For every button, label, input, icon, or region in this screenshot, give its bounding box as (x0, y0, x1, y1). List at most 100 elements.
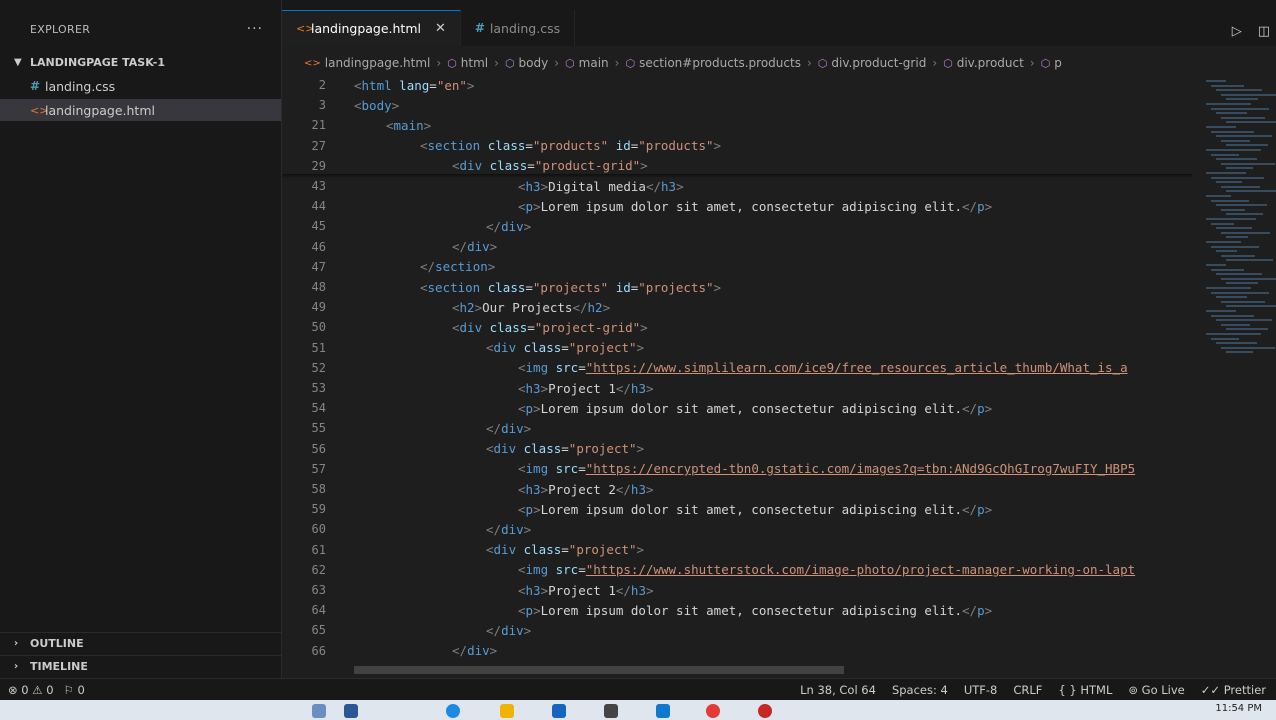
code-line[interactable]: 62 <img src="https://www.shutterstock.com… (282, 560, 1192, 580)
code-token: > (984, 198, 993, 214)
file-item-landingpage-html[interactable]: <> landingpage.html (0, 99, 281, 121)
code-token: > (533, 602, 541, 618)
taskbar-app-icon[interactable] (446, 704, 460, 718)
code-token: < (452, 158, 460, 174)
code-line[interactable]: 66 </div> (282, 641, 1192, 661)
close-icon[interactable]: ✕ (435, 21, 446, 36)
code-token: < (486, 542, 494, 558)
run-icon[interactable]: ▷ (1232, 24, 1242, 39)
file-css-icon: # (30, 79, 41, 93)
minimap-line (1226, 259, 1273, 262)
tab-landingpage-html[interactable]: <> landingpage.html ✕ (282, 10, 461, 46)
line-number: 54 (311, 401, 326, 416)
code-token: p (525, 198, 534, 214)
code-line[interactable]: 27 <section class="products" id="products… (282, 136, 1192, 156)
taskbar-app-icon[interactable] (312, 704, 326, 718)
problems-indicator[interactable]: ⊗ 0 ⚠ 0 (8, 683, 54, 697)
code-editor[interactable]: 2 <html lang="en"> 3 <body> 21 <main> 27 <secti… (282, 74, 1192, 678)
code-line[interactable]: 43 <h3>Digital media</h3> (282, 176, 1192, 196)
outline-section[interactable]: › OUTLINE (0, 632, 281, 654)
code-token: > (984, 602, 993, 618)
line-number: 58 (311, 482, 326, 496)
taskbar-app-icon[interactable] (344, 704, 358, 718)
code-line[interactable]: 61 <div class="project"> (282, 540, 1192, 560)
breadcrumb-item[interactable]: ⬡ section#products.products (625, 56, 801, 70)
breadcrumb-item[interactable]: ⬡ html (447, 56, 488, 70)
code-line[interactable]: 21 <main> (282, 115, 1192, 135)
code-line[interactable]: 48 <section class="projects" id="projects… (282, 277, 1192, 297)
taskbar-app-icon[interactable] (500, 704, 514, 718)
go-live-button[interactable]: ⊚ Go Live (1128, 683, 1184, 697)
breadcrumb-item[interactable]: ⬡ p (1041, 56, 1062, 70)
line-number: 47 (311, 259, 326, 274)
code-line[interactable]: 29 <div class="product-grid"> (282, 156, 1192, 176)
symbol-icon: ⬡ (565, 56, 575, 70)
breadcrumb-item[interactable]: ⬡ body (505, 56, 548, 70)
breadcrumb-item[interactable]: ⬡ main (565, 56, 609, 70)
minimap[interactable] (1192, 74, 1276, 678)
code-line[interactable]: 49 <h2>Our Projects</h2> (282, 297, 1192, 317)
code-line[interactable]: 58 <h3>Project 2</h3> (282, 479, 1192, 499)
breadcrumb-separator: › (932, 56, 938, 70)
horizontal-scrollbar[interactable] (354, 666, 844, 674)
code-token: > (489, 643, 498, 659)
code-token: "https://www.shutterstock.com/image-phot… (585, 562, 1136, 578)
code-line[interactable]: 3 <body> (282, 95, 1192, 115)
minimap-line (1221, 93, 1276, 96)
prettier-button[interactable]: ✓✓ Prettier (1201, 683, 1266, 697)
breadcrumb-item[interactable]: ⬡ div.product (943, 56, 1024, 70)
code-line[interactable]: 59 <p>Lorem ipsum dolor sit amet, consect… (282, 499, 1192, 519)
file-name: landingpage.html (45, 102, 155, 118)
cursor-position[interactable]: Ln 38, Col 64 (800, 683, 876, 697)
indentation[interactable]: Spaces: 4 (892, 683, 948, 697)
code-line[interactable]: 65 </div> (282, 620, 1192, 640)
code-line[interactable]: 54 <p>Lorem ipsum dolor sit amet, consect… (282, 398, 1192, 418)
line-number: 65 (311, 623, 326, 638)
editor-actions: ▷ ◫ (1232, 24, 1270, 39)
tab-landing-css[interactable]: # landing.css (461, 10, 576, 46)
ports-indicator[interactable]: ⚐ 0 (64, 683, 85, 697)
taskbar-app-icon[interactable] (604, 704, 618, 718)
code-line[interactable]: 44 <p>Lorem ipsum dolor sit amet, consect… (282, 196, 1192, 216)
minimap-line (1226, 282, 1258, 285)
encoding[interactable]: UTF-8 (964, 683, 998, 697)
code-token: Project 1 (548, 582, 616, 598)
more-actions-icon[interactable]: ··· (247, 21, 263, 37)
end-of-line[interactable]: CRLF (1013, 683, 1042, 697)
line-number: 60 (311, 522, 326, 537)
code-line[interactable]: 56 <div class="project"> (282, 439, 1192, 459)
minimap-line (1216, 273, 1262, 276)
code-token: src (548, 360, 579, 376)
code-line[interactable]: 2 <html lang="en"> (282, 75, 1192, 95)
line-number: 55 (311, 421, 326, 436)
code-line[interactable]: 45 </div> (282, 216, 1192, 236)
code-line[interactable]: 46 </div> (282, 237, 1192, 257)
code-line[interactable]: 51 <div class="project"> (282, 338, 1192, 358)
taskbar-app-icon[interactable] (758, 704, 772, 718)
taskbar-app-icon[interactable] (656, 704, 670, 718)
code-line[interactable]: 55 </div> (282, 418, 1192, 438)
code-line[interactable]: 60 </div> (282, 519, 1192, 539)
code-line[interactable]: 64 <p>Lorem ipsum dolor sit amet, consect… (282, 600, 1192, 620)
code-text: <div class="project"> (486, 340, 644, 355)
code-line[interactable]: 57 <img src="https://encrypted-tbn0.gstat… (282, 459, 1192, 479)
language-mode[interactable]: { } HTML (1058, 683, 1112, 697)
split-editor-icon[interactable]: ◫ (1258, 24, 1270, 39)
breadcrumb-item[interactable]: <> landingpage.html (304, 56, 430, 70)
file-html-icon: <> (304, 57, 321, 69)
code-line[interactable]: 50 <div class="project-grid"> (282, 317, 1192, 337)
minimap-line (1216, 227, 1252, 230)
file-item-landing-css[interactable]: # landing.css (0, 75, 281, 97)
line-number: 51 (311, 340, 326, 355)
timeline-section[interactable]: › TIMELINE (0, 655, 281, 677)
folder-header[interactable]: ▼ LANDINGPAGE TASK-1 (0, 51, 281, 73)
code-token: = (527, 319, 535, 335)
minimap-line (1206, 333, 1261, 335)
code-line[interactable]: 63 <h3>Project 1</h3> (282, 580, 1192, 600)
code-line[interactable]: 47 </section> (282, 257, 1192, 277)
taskbar-app-icon[interactable] (552, 704, 566, 718)
taskbar-app-icon[interactable] (706, 704, 720, 718)
code-line[interactable]: 53 <h3>Project 1</h3> (282, 378, 1192, 398)
breadcrumb-item[interactable]: ⬡ div.product-grid (818, 56, 927, 70)
code-line[interactable]: 52 <img src="https://www.simplilearn.com/… (282, 358, 1192, 378)
